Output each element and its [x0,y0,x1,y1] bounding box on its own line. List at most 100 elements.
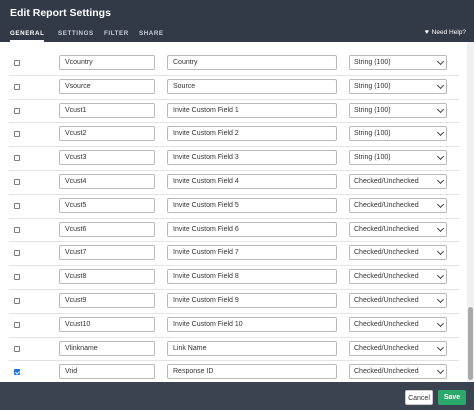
field-label-input[interactable]: Invite Custom Field 2 [167,126,337,142]
field-type-select[interactable]: String (100) [349,55,447,70]
field-name-input[interactable]: Vrid [59,364,155,380]
chevron-down-icon [436,105,445,113]
table-row: Vcust3 Invite Custom Field 3 String (100) [9,147,459,171]
tab-share[interactable]: SHARE [139,30,164,37]
field-type-value: String (100) [354,130,391,138]
field-type-value: String (100) [354,59,391,66]
field-label-input[interactable]: Invite Custom Field 3 [167,150,337,166]
row-checkbox[interactable] [14,321,20,328]
field-label-input[interactable]: Invite Custom Field 7 [167,245,337,261]
field-name-input[interactable]: Vlinkname [59,340,155,356]
table-row: Vcust9 Invite Custom Field 9 Checked/Unche… [9,290,459,314]
field-name-input[interactable]: Vcust10 [59,316,155,332]
field-label-input[interactable]: Invite Custom Field 10 [167,316,337,332]
table-row: Vcust5 Invite Custom Field 5 Checked/Unche… [9,195,459,219]
field-type-select[interactable]: String (100) [349,78,447,94]
field-name-input[interactable]: Vcust8 [59,269,155,285]
field-type-select[interactable]: Checked/Unchecked [349,221,447,237]
scrollbar-thumb[interactable] [468,307,473,380]
field-type-select[interactable]: Checked/Unchecked [349,174,447,189]
field-type-value: Checked/Unchecked [354,225,419,233]
table-row: Vcountry Country String (100) [9,52,459,76]
field-name-input[interactable]: Vcust2 [59,126,155,142]
field-label-input[interactable]: Invite Custom Field 6 [167,221,337,237]
field-label-input[interactable]: Invite Custom Field 1 [167,102,337,118]
field-type-select[interactable]: Checked/Unchecked [349,316,447,332]
table-row: Vcust4 Invite Custom Field 4 Checked/Unche… [9,171,459,195]
row-checkbox[interactable] [14,298,20,304]
field-name-input[interactable]: Vcountry [59,55,155,70]
field-name-input[interactable]: Vcust6 [59,221,155,237]
field-label-input[interactable]: Source [167,78,337,94]
field-type-select[interactable]: Checked/Unchecked [349,245,447,261]
field-type-select[interactable]: Checked/Unchecked [349,293,447,308]
row-checkbox[interactable] [14,250,20,257]
field-type-select[interactable]: Checked/Unchecked [349,269,447,285]
table-row: Vcust2 Invite Custom Field 2 String (100) [9,123,459,148]
chevron-down-icon [436,176,445,185]
row-checkbox[interactable] [14,60,20,66]
field-label-input[interactable]: Invite Custom Field 9 [167,293,337,308]
field-type-select[interactable]: Checked/Unchecked [349,364,447,380]
field-type-value: Checked/Unchecked [354,178,419,185]
field-type-value: String (100) [354,106,391,114]
tab-settings[interactable]: SETTINGS [58,30,94,37]
table-row: Vcust10 Invite Custom Field 10 Checked/Unc… [9,314,459,338]
tab-filter[interactable]: FILTER [104,30,129,37]
field-type-select[interactable]: Checked/Unchecked [349,340,447,356]
field-label-input[interactable]: Country [167,55,337,70]
fields-list: Vcountry Country String (100) Vsource Source… [0,42,474,382]
row-checkbox[interactable] [14,83,20,90]
field-type-value: Checked/Unchecked [354,201,419,209]
cancel-button[interactable]: Cancel [405,390,433,405]
field-name-input[interactable]: Vcust1 [59,102,155,118]
field-type-value: Checked/Unchecked [354,249,419,257]
field-label-input[interactable]: Invite Custom Field 4 [167,174,337,189]
tab-general[interactable]: GENERAL [10,30,44,37]
chevron-down-icon [436,295,445,304]
field-type-value: String (100) [354,82,391,90]
chevron-down-icon [436,200,445,208]
table-row: Vrid Response ID Checked/Unchecked [9,361,459,382]
field-type-value: Checked/Unchecked [354,297,419,304]
row-checkbox[interactable] [14,369,20,376]
field-label-input[interactable]: Invite Custom Field 5 [167,197,337,213]
row-checkbox[interactable] [14,131,20,138]
table-row: Vcust8 Invite Custom Field 8 Checked/Unche… [9,266,459,290]
dialog-title: Edit Report Settings [10,7,111,19]
field-type-value: Checked/Unchecked [354,320,419,328]
chevron-down-icon [436,343,445,351]
field-type-value: Checked/Unchecked [354,368,419,376]
save-button[interactable]: Save [438,390,466,405]
table-row: Vlinkname Link Name Checked/Unchecked [9,338,459,362]
field-type-select[interactable]: String (100) [349,150,447,166]
need-help-link[interactable]: ♥ Need Help? [425,29,466,36]
row-checkbox[interactable] [14,179,20,185]
field-type-value: Checked/Unchecked [354,273,419,281]
field-type-select[interactable]: Checked/Unchecked [349,197,447,213]
row-checkbox[interactable] [14,274,20,281]
field-name-input[interactable]: Vcust9 [59,293,155,308]
field-type-value: String (100) [354,154,391,162]
table-row: Vcust1 Invite Custom Field 1 String (100) [9,100,459,124]
field-name-input[interactable]: Vcust3 [59,150,155,166]
field-type-select[interactable]: String (100) [349,126,447,142]
field-name-input[interactable]: Vcust7 [59,245,155,261]
chevron-down-icon [436,367,445,375]
field-label-input[interactable]: Response ID [167,364,337,380]
chevron-down-icon [436,81,445,89]
row-checkbox[interactable] [14,107,20,114]
field-name-input[interactable]: Vsource [59,78,155,94]
field-type-select[interactable]: String (100) [349,102,447,118]
field-name-input[interactable]: Vcust4 [59,174,155,189]
row-checkbox[interactable] [14,155,20,162]
need-help-label: Need Help? [431,29,466,36]
heart-icon: ♥ [424,29,429,36]
field-name-input[interactable]: Vcust5 [59,197,155,213]
row-checkbox[interactable] [14,345,20,352]
dialog-header: Edit Report Settings GENERAL SETTINGS FI… [0,0,474,42]
row-checkbox[interactable] [14,202,20,209]
row-checkbox[interactable] [14,226,20,233]
field-label-input[interactable]: Invite Custom Field 8 [167,269,337,285]
field-label-input[interactable]: Link Name [167,340,337,356]
